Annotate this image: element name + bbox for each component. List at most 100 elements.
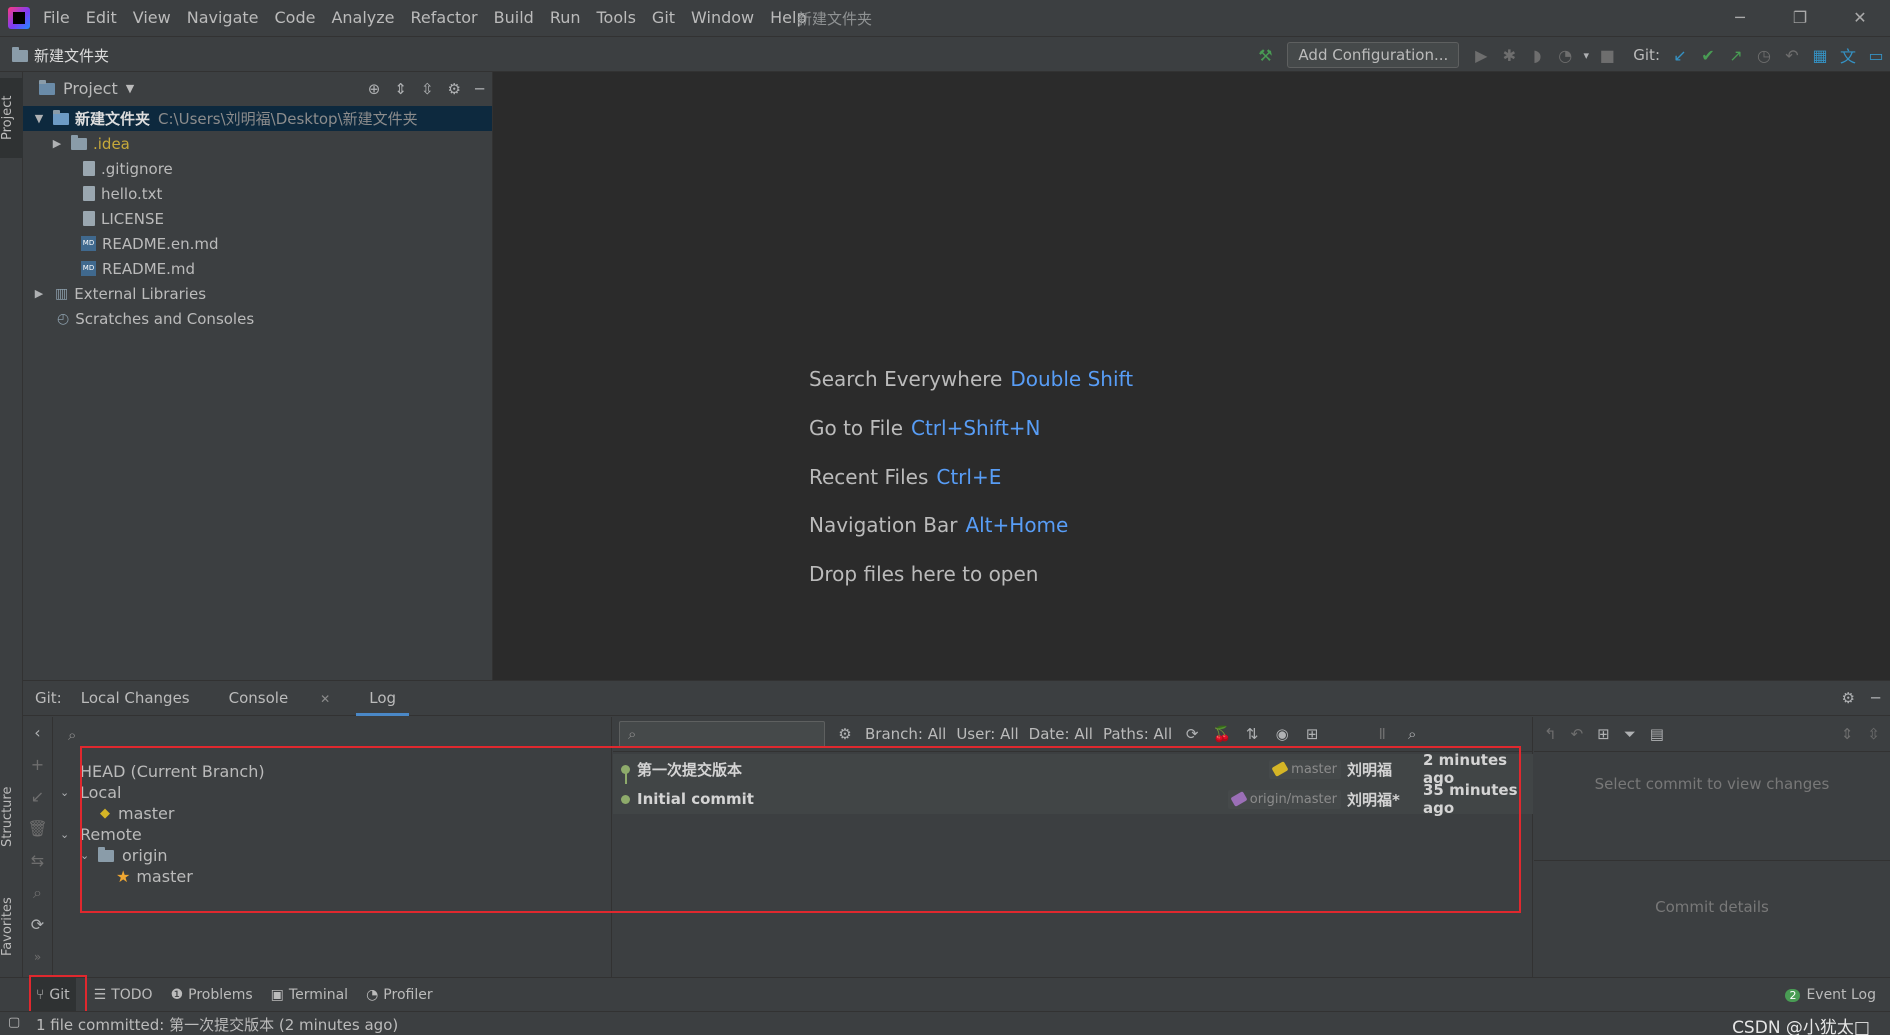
menu-git[interactable]: Git (652, 8, 675, 27)
commit-row[interactable]: Initial commit origin/master 刘明福* 35 min… (613, 781, 1533, 817)
filter-icon[interactable]: ⏷ (1624, 725, 1636, 743)
hide-icon[interactable]: ─ (475, 80, 484, 98)
cherry-pick-icon[interactable]: 🍒 (1212, 725, 1232, 743)
project-structure-icon[interactable]: ▦ (1806, 46, 1834, 65)
revert-icon[interactable]: ↶ (1571, 725, 1584, 743)
menu-refactor[interactable]: Refactor (411, 8, 478, 27)
group-by-icon[interactable]: ⊞ (1597, 725, 1610, 743)
project-view-selector[interactable]: Project (63, 79, 118, 98)
add-configuration-button[interactable]: Add Configuration... (1287, 42, 1460, 68)
expand-all-icon[interactable]: ⇕ (1841, 725, 1854, 743)
new-branch-icon[interactable]: + (23, 749, 52, 781)
tab-git-bottom[interactable]: ⑂ Git (30, 978, 76, 1012)
search-icon[interactable]: ⌕ (1402, 725, 1422, 743)
close-button[interactable]: ✕ (1830, 0, 1890, 36)
tree-item-scratches[interactable]: ◴ Scratches and Consoles (57, 306, 254, 331)
pause-icon[interactable]: Ⅱ (1372, 725, 1392, 743)
branches-search[interactable]: ⌕ (54, 717, 611, 752)
git-history-icon[interactable]: ◷ (1750, 46, 1778, 65)
menu-code[interactable]: Code (275, 8, 316, 27)
run-options-chevron-icon[interactable]: ▾ (1579, 49, 1593, 62)
editor-empty-area[interactable]: Search Everywhere Double Shift Go to File… (494, 72, 1890, 680)
menu-analyze[interactable]: Analyze (331, 8, 394, 27)
chevron-down-icon[interactable]: ▼ (31, 112, 47, 125)
tree-item-readme[interactable]: MD README.md (81, 256, 195, 281)
chevron-down-icon[interactable]: ⌄ (60, 786, 80, 799)
expand-all-icon[interactable]: ⇕ (394, 80, 407, 98)
chevron-right-icon[interactable]: ▶ (31, 287, 47, 300)
menu-window[interactable]: Window (691, 8, 754, 27)
menu-tools[interactable]: Tools (597, 8, 636, 27)
cherry-pick-icon[interactable]: ↰ (1544, 725, 1557, 743)
debug-icon[interactable]: ✱ (1495, 46, 1523, 65)
hide-icon[interactable]: ─ (1871, 689, 1880, 707)
build-hammer-icon[interactable]: ⚒ (1251, 46, 1279, 65)
collapse-all-icon[interactable]: ⇳ (421, 80, 434, 98)
chevron-down-icon[interactable]: ▼ (126, 82, 134, 95)
git-update-icon[interactable]: ↙ (1666, 46, 1694, 65)
breadcrumb[interactable]: 新建文件夹 (12, 45, 109, 66)
tab-profiler[interactable]: ◔ Profiler (366, 987, 433, 1003)
git-commit-icon[interactable]: ✔ (1694, 46, 1722, 65)
menu-navigate[interactable]: Navigate (187, 8, 259, 27)
event-log-button[interactable]: 2 Event Log (1785, 987, 1876, 1003)
tree-root[interactable]: ▼ 新建文件夹 C:\Users\刘明福\Desktop\新建文件夹 (23, 106, 492, 131)
run-icon[interactable]: ▶ (1467, 46, 1495, 65)
restore-button[interactable]: ❐ (1770, 0, 1830, 36)
gear-icon[interactable]: ⚙ (448, 80, 461, 98)
minimize-button[interactable]: ─ (1710, 0, 1770, 36)
branch-remote-master[interactable]: ★ master (116, 864, 193, 889)
back-arrow-icon[interactable]: ‹ (23, 717, 52, 749)
tab-problems[interactable]: ❶ Problems (171, 987, 253, 1003)
git-rollback-icon[interactable]: ↶ (1778, 46, 1806, 65)
menu-edit[interactable]: Edit (86, 8, 117, 27)
tree-item-idea[interactable]: ▶ .idea (49, 131, 130, 156)
filter-branch[interactable]: Branch: All (865, 725, 946, 743)
gear-icon[interactable]: ⚙ (835, 725, 855, 743)
search-icon[interactable]: ⌕ (23, 877, 52, 909)
update-icon[interactable]: ↙ (23, 781, 52, 813)
commit-row[interactable]: 第一次提交版本 master 刘明福 2 minutes ago (613, 751, 1533, 787)
profile-icon[interactable]: ◔ (1551, 46, 1579, 65)
sort-icon[interactable]: ⇅ (1242, 725, 1262, 743)
more-icon[interactable]: » (23, 941, 52, 973)
git-push-icon[interactable]: ↗ (1722, 46, 1750, 65)
menu-build[interactable]: Build (494, 8, 534, 27)
compare-icon[interactable]: ⇆ (23, 845, 52, 877)
tab-structure[interactable]: Structure (0, 772, 23, 862)
tab-terminal[interactable]: ▣ Terminal (271, 987, 348, 1003)
chevron-down-icon[interactable]: ⌄ (60, 828, 80, 841)
layout-icon[interactable]: ▤ (1650, 725, 1664, 743)
refresh-icon[interactable]: ⟳ (23, 909, 52, 941)
filter-user[interactable]: User: All (956, 725, 1018, 743)
tree-item-readme-en[interactable]: MD README.en.md (81, 231, 219, 256)
tree-item-hello[interactable]: hello.txt (83, 181, 162, 206)
eye-icon[interactable]: ◉ (1272, 725, 1292, 743)
tab-log[interactable]: Log (356, 680, 410, 716)
status-toggle-icon[interactable]: ▢ (8, 1015, 20, 1030)
presentation-icon[interactable]: ▭ (1862, 46, 1890, 65)
tree-item-gitignore[interactable]: .gitignore (83, 156, 173, 181)
tab-console[interactable]: Console ✕ (203, 681, 357, 716)
translate-icon[interactable]: 文 (1834, 43, 1862, 67)
gear-icon[interactable]: ⚙ (1842, 689, 1855, 707)
refresh-icon[interactable]: ⟳ (1182, 725, 1202, 743)
breadcrumb-project[interactable]: 新建文件夹 (34, 45, 109, 66)
tab-favorites[interactable]: Favorites (0, 882, 23, 972)
coverage-icon[interactable]: ◗ (1523, 46, 1551, 65)
stop-icon[interactable]: ■ (1593, 46, 1621, 65)
chevron-right-icon[interactable]: ▶ (49, 137, 65, 150)
new-tab-icon[interactable]: ⊞ (1302, 725, 1322, 743)
tab-local-changes[interactable]: Local Changes (68, 681, 203, 716)
menu-run[interactable]: Run (550, 8, 581, 27)
delete-icon[interactable]: 🗑 (23, 813, 52, 845)
log-search-input[interactable]: ⌕ (619, 720, 825, 748)
chevron-down-icon[interactable]: ⌄ (80, 849, 98, 862)
close-icon[interactable]: ✕ (307, 692, 343, 706)
menu-file[interactable]: File (43, 8, 70, 27)
filter-date[interactable]: Date: All (1029, 725, 1093, 743)
filter-paths[interactable]: Paths: All (1103, 725, 1172, 743)
tree-item-external-libraries[interactable]: ▶ ▥ External Libraries (31, 281, 206, 306)
tab-project[interactable]: Project (0, 78, 23, 158)
tree-item-license[interactable]: LICENSE (83, 206, 164, 231)
